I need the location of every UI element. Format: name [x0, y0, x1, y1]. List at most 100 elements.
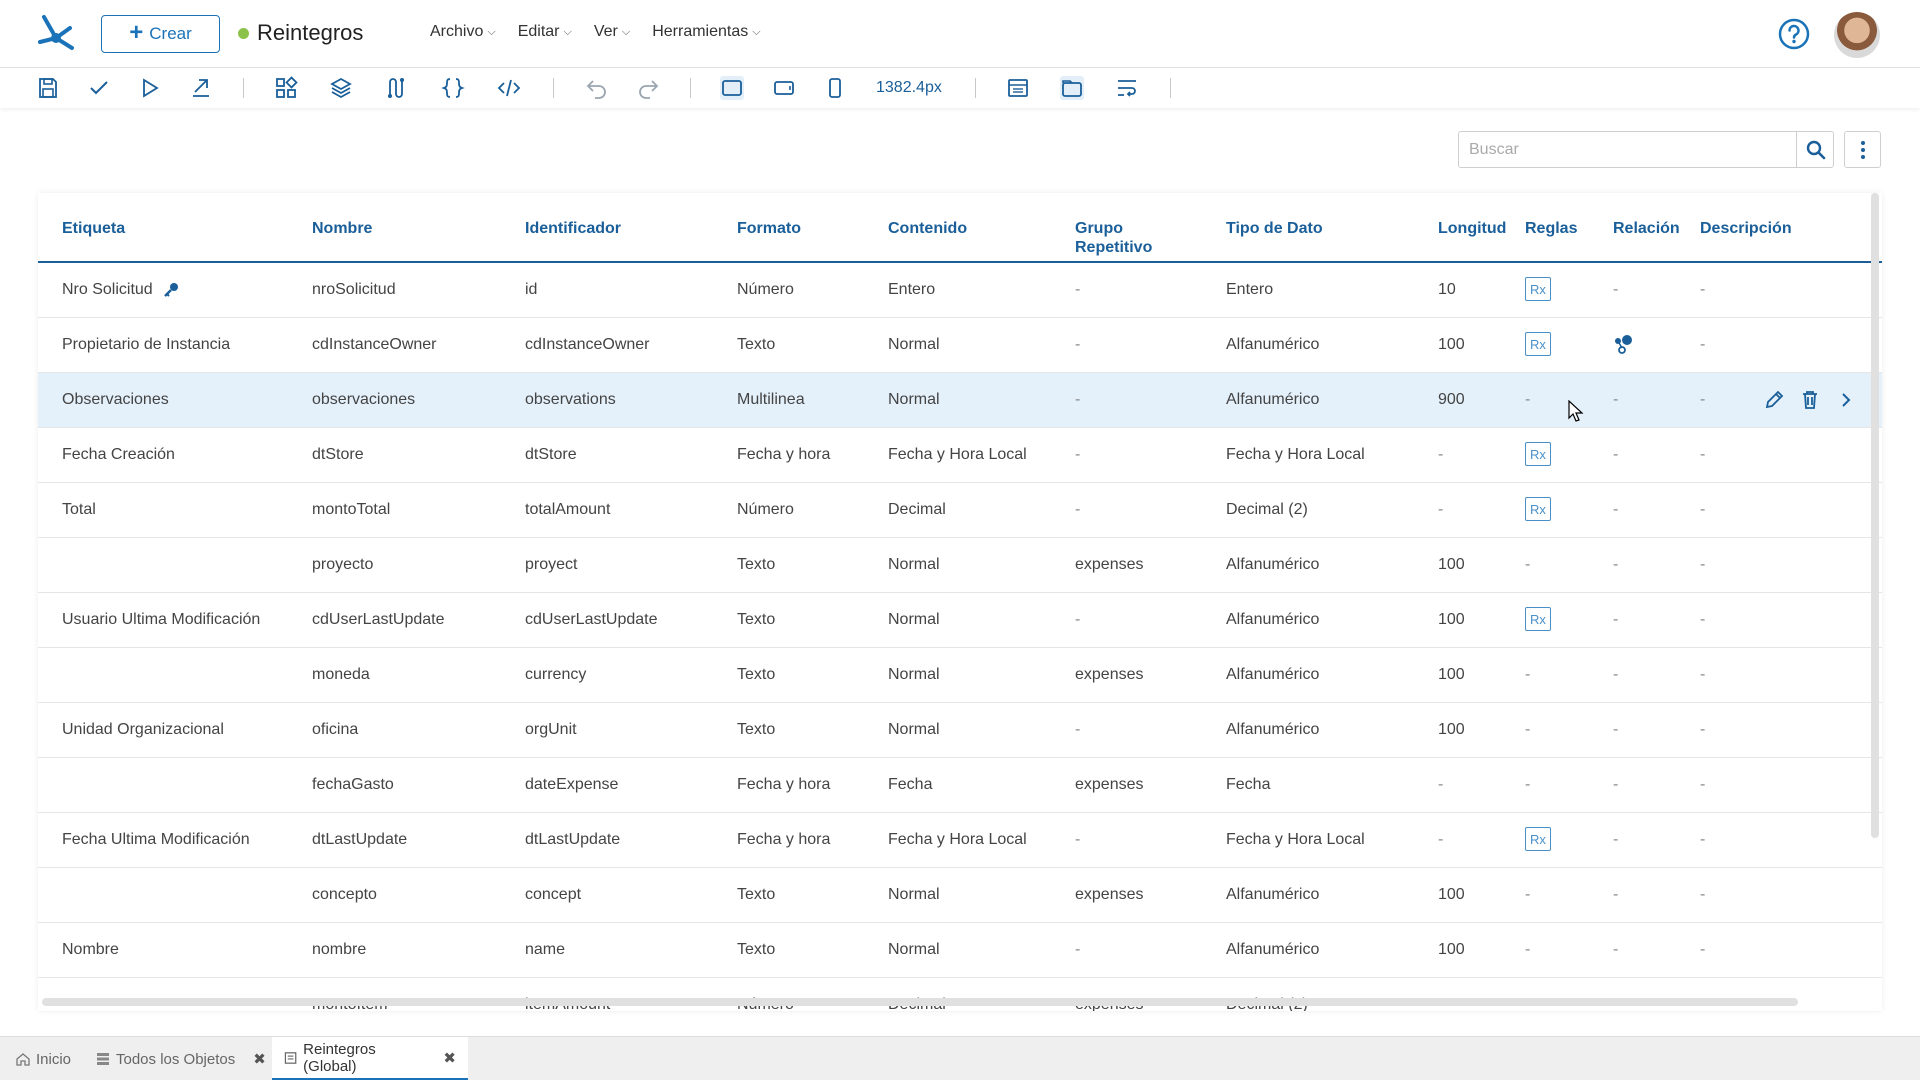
toolbar-divider: [975, 78, 976, 98]
cell-tipo: Alfanumérico: [1226, 721, 1320, 738]
redo-icon[interactable]: [636, 76, 660, 100]
chevron-right-icon[interactable]: [1834, 388, 1858, 412]
play-icon[interactable]: [138, 76, 162, 100]
col-header-nombre[interactable]: Nombre: [312, 219, 372, 238]
rules-rx-icon[interactable]: Rx: [1525, 277, 1551, 301]
table-row[interactable]: fechaGasto dateExpense Fecha y hora Fecha ex…: [38, 758, 1882, 813]
table-row[interactable]: concepto concept Texto Normal expenses Alfanu…: [38, 868, 1882, 923]
col-header-longitud[interactable]: Longitud: [1438, 219, 1506, 238]
col-header-descripcion[interactable]: Descripción: [1700, 219, 1792, 238]
tab-todos-los-objetos[interactable]: Todos los Objetos ✖: [92, 1037, 270, 1080]
col-header-reglas[interactable]: Reglas: [1525, 219, 1577, 238]
desktop-icon[interactable]: [720, 76, 744, 100]
cell-identificador: name: [525, 941, 566, 958]
rules-rx-icon[interactable]: Rx: [1525, 607, 1551, 631]
cell-identificador: dtStore: [525, 446, 577, 463]
col-header-formato[interactable]: Formato: [737, 219, 801, 238]
grid-icon[interactable]: [274, 76, 298, 100]
cell-nombre: nroSolicitud: [312, 281, 396, 298]
publish-icon[interactable]: [189, 76, 213, 100]
table-row[interactable]: Fecha Creación dtStore dtStore Fecha y hora…: [38, 428, 1882, 483]
search-button[interactable]: [1797, 132, 1834, 167]
table-row[interactable]: moneda currency Texto Normal expenses Alfanum…: [38, 648, 1882, 703]
layout-panel-icon[interactable]: [1060, 76, 1084, 100]
cell-relacion: -: [1613, 831, 1619, 848]
cell-nombre: nombre: [312, 941, 367, 958]
search-input[interactable]: [1459, 132, 1797, 167]
relation-icon[interactable]: [1613, 334, 1635, 356]
col-header-relacion[interactable]: Relación: [1613, 219, 1680, 238]
menu-ver[interactable]: Ver ⌵: [594, 23, 630, 41]
col-header-etiqueta[interactable]: Etiqueta: [62, 219, 125, 238]
cell-grupo: expenses: [1075, 666, 1144, 683]
edit-icon[interactable]: [1762, 388, 1786, 412]
col-header-identificador[interactable]: Identificador: [525, 219, 621, 238]
wrap-icon[interactable]: [1115, 76, 1139, 100]
table-row[interactable]: montoItemitemAmountNúmeroDecimalexpenses…: [38, 978, 1882, 1011]
menu-editar[interactable]: Editar ⌵: [518, 23, 572, 41]
cell-formato: Texto: [737, 721, 776, 738]
close-icon[interactable]: ✖: [253, 1050, 266, 1068]
cell-descripcion: -: [1700, 281, 1706, 298]
table-row[interactable]: Propietario de Instancia cdInstanceOwner c…: [38, 318, 1882, 373]
table-row[interactable]: Observaciones observaciones observations Mu…: [38, 373, 1882, 428]
zoom-level[interactable]: 1382.4px: [876, 79, 942, 97]
table-row[interactable]: Fecha Ultima Modificación dtLastUpdate dtL…: [38, 813, 1882, 868]
cell-contenido: Fecha y Hora Local: [888, 831, 1027, 848]
menu-herramientas[interactable]: Herramientas ⌵: [652, 23, 760, 41]
tab-todos-label: Todos los Objetos: [116, 1050, 236, 1068]
col-header-contenido[interactable]: Contenido: [888, 219, 967, 238]
table-row[interactable]: Nro Solicitud nroSolicitud id Número Entero -…: [38, 263, 1882, 318]
rules-rx-icon[interactable]: Rx: [1525, 497, 1551, 521]
cell-grupo: -: [1075, 721, 1081, 738]
cell-tipo: Fecha y Hora Local: [1226, 831, 1365, 848]
save-icon[interactable]: [36, 76, 60, 100]
check-icon[interactable]: [87, 76, 111, 100]
flow-icon[interactable]: [384, 76, 408, 100]
tab-reintegros-global[interactable]: Reintegros (Global) ✖: [272, 1037, 468, 1080]
app-logo-icon[interactable]: [36, 12, 76, 52]
cell-identificador: dateExpense: [525, 776, 619, 793]
tab-inicio[interactable]: Inicio: [12, 1037, 75, 1080]
cell-contenido: Normal: [888, 941, 940, 958]
rules-rx-icon[interactable]: Rx: [1525, 332, 1551, 356]
vertical-scrollbar[interactable]: [1871, 193, 1879, 838]
table-row[interactable]: Nombre nombre name Texto Normal - Alfanumérico…: [38, 923, 1882, 978]
layers-icon[interactable]: [329, 76, 353, 100]
col-header-tipo-dato[interactable]: Tipo de Dato: [1226, 219, 1323, 238]
cell-identificador: id: [525, 281, 538, 298]
table-row[interactable]: Unidad Organizacional oficina orgUnit Texto…: [38, 703, 1882, 758]
cell-grupo: expenses: [1075, 886, 1144, 903]
cell-identificador: orgUnit: [525, 721, 577, 738]
cell-contenido: Normal: [888, 721, 940, 738]
col-header-grupo-repetitivo[interactable]: Grupo Repetitivo: [1075, 219, 1152, 257]
rules-rx-icon[interactable]: Rx: [1525, 442, 1551, 466]
delete-icon[interactable]: [1798, 388, 1822, 412]
cell-formato: Fecha y hora: [737, 831, 831, 848]
table-row[interactable]: Usuario Ultima Modificación cdUserLastUpd…: [38, 593, 1882, 648]
close-icon[interactable]: ✖: [443, 1049, 456, 1067]
cell-longitud: -: [1438, 776, 1444, 793]
mobile-icon[interactable]: [823, 76, 847, 100]
help-icon[interactable]: [1778, 18, 1810, 50]
layout-header-icon[interactable]: [1006, 76, 1030, 100]
braces-icon[interactable]: [441, 76, 465, 100]
cell-tipo: Fecha y Hora Local: [1226, 446, 1365, 463]
cell-nombre: montoTotal: [312, 501, 391, 518]
code-icon[interactable]: [497, 76, 521, 100]
user-avatar[interactable]: [1834, 12, 1880, 58]
table-row[interactable]: proyecto proyect Texto Normal expenses Alfanu…: [38, 538, 1882, 593]
cell-longitud: 100: [1438, 941, 1465, 958]
create-button[interactable]: + Crear: [101, 15, 220, 53]
key-icon: [164, 283, 178, 297]
cell-grupo: -: [1075, 611, 1081, 628]
cell-identificador: proyect: [525, 556, 578, 573]
menu-archivo[interactable]: Archivo ⌵: [430, 23, 496, 41]
cell-nombre: cdUserLastUpdate: [312, 611, 445, 628]
tablet-icon[interactable]: [772, 76, 796, 100]
more-options-button[interactable]: [1844, 131, 1881, 168]
rules-rx-icon[interactable]: Rx: [1525, 827, 1551, 851]
table-row[interactable]: Total montoTotal totalAmount Número Decimal -…: [38, 483, 1882, 538]
undo-icon[interactable]: [585, 76, 609, 100]
horizontal-scrollbar[interactable]: [42, 998, 1798, 1006]
